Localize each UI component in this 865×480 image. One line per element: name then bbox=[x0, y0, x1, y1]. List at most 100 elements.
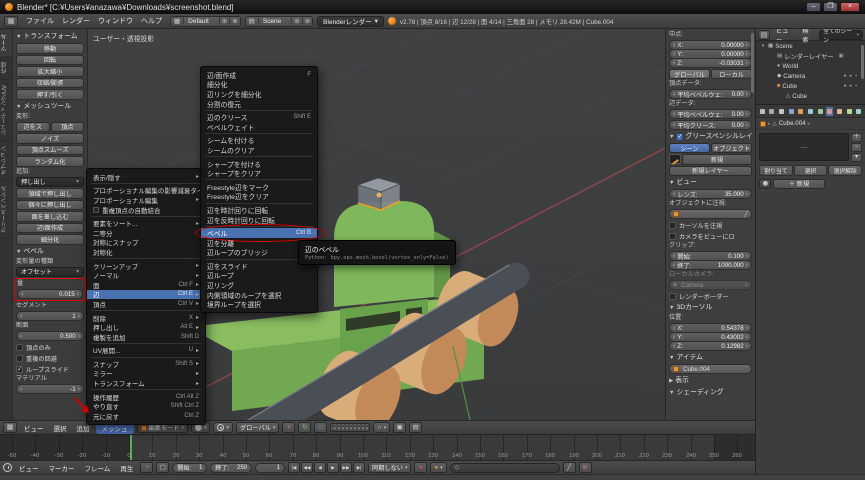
opengl-render-button[interactable]: ▣ bbox=[393, 422, 406, 433]
selectability-icon[interactable]: ▸ bbox=[850, 73, 853, 79]
insert-keyframe-button[interactable]: ╱ bbox=[563, 462, 576, 473]
delete-scene-icon[interactable]: ⊗ bbox=[302, 17, 312, 25]
menu-item[interactable]: 辺のクリースShift E bbox=[201, 112, 317, 122]
playback-button[interactable]: ◀◀ bbox=[301, 462, 313, 473]
menu-item[interactable]: Freestyle辺をクリア bbox=[201, 192, 317, 202]
renderability-icon[interactable]: ▪ bbox=[855, 83, 857, 89]
slider-right-icon[interactable]: › bbox=[78, 333, 80, 340]
minimize-button[interactable]: – bbox=[806, 2, 821, 12]
tool-button[interactable]: 拡大縮小 bbox=[16, 66, 84, 77]
bevel-profile-slider[interactable]: ‹0.500› bbox=[16, 331, 84, 341]
menu-item[interactable]: シームを付ける bbox=[201, 136, 317, 146]
outliner-row[interactable]: ●World bbox=[756, 61, 865, 71]
render-border-checkbox[interactable]: レンダーボーダー bbox=[669, 291, 752, 301]
panel-header-meshtools[interactable]: ▼メッシュツール bbox=[16, 101, 84, 112]
playback-button[interactable]: ▶▶ bbox=[340, 462, 352, 473]
pivot-dropdown[interactable]: ▾ bbox=[213, 422, 233, 433]
outliner-row[interactable]: ▤レンダーレイヤー▣ bbox=[756, 51, 865, 61]
delete-layout-icon[interactable]: ⊗ bbox=[229, 17, 239, 25]
eyedropper-icon[interactable]: ╱ bbox=[744, 211, 748, 218]
playback-button[interactable]: ◀ bbox=[314, 462, 326, 473]
scene-selector[interactable]: ▤ Scene ⊕ ⊗ bbox=[245, 16, 314, 27]
slider-left-icon[interactable]: ‹ bbox=[20, 313, 22, 320]
outliner-row[interactable]: △Cube bbox=[756, 91, 865, 101]
panel-header-shading[interactable]: ▼シェーディング bbox=[669, 387, 752, 398]
timeline-menu[interactable]: ビュー bbox=[15, 463, 43, 473]
properties-tab-data[interactable] bbox=[816, 106, 825, 117]
panel-header-display[interactable]: ▶表示 bbox=[669, 375, 752, 386]
tool-button[interactable]: 移動 bbox=[16, 43, 84, 54]
menu-item[interactable]: シャープをクリア bbox=[201, 168, 317, 178]
autokey-mode-dropdown[interactable]: ●▾ bbox=[430, 462, 446, 473]
bevel-type-dropdown[interactable]: オフセット▾ bbox=[16, 267, 84, 278]
new-material-button[interactable]: ＋ 新規 bbox=[773, 179, 825, 190]
toolshelf-tab[interactable]: 作成 bbox=[0, 57, 12, 80]
menu-item[interactable]: 二等分 bbox=[87, 228, 205, 238]
deselect-button[interactable]: 選択解除 bbox=[828, 165, 862, 176]
tool-button[interactable]: 領域で押し出し bbox=[16, 188, 84, 199]
properties-tab-physics[interactable] bbox=[854, 106, 863, 117]
timeline-menu[interactable]: マーカー bbox=[45, 463, 79, 473]
frame-start-field[interactable]: 開始:1 bbox=[172, 463, 207, 473]
header-menu[interactable]: ビュー bbox=[20, 423, 48, 433]
menu-item[interactable]: シャープを付ける bbox=[201, 159, 317, 169]
outliner-menu[interactable]: ビュー bbox=[772, 29, 796, 44]
add-layout-icon[interactable]: ⊕ bbox=[219, 17, 229, 25]
properties-tab-world[interactable] bbox=[787, 106, 796, 117]
opengl-render-anim-button[interactable]: ▤ bbox=[409, 422, 422, 433]
extrude-dropdown[interactable]: 押し出し▾ bbox=[16, 177, 84, 188]
menu-item[interactable]: UV展開...U▸ bbox=[87, 346, 205, 356]
outliner-editor-icon[interactable]: ▤ bbox=[758, 30, 770, 40]
properties-tab-render-layers[interactable] bbox=[768, 106, 777, 117]
selectability-icon[interactable]: ▸ bbox=[850, 83, 853, 89]
slider-right-icon[interactable]: › bbox=[78, 386, 80, 393]
tool-button[interactable]: 頂点 bbox=[51, 122, 85, 133]
bevel-material-slider[interactable]: ‹-1› bbox=[16, 384, 84, 394]
menu-item[interactable]: 削除X▸ bbox=[87, 313, 205, 323]
tool-button[interactable]: ランダム化 bbox=[16, 156, 84, 167]
header-menu[interactable]: 選択 bbox=[50, 423, 71, 433]
select-button[interactable]: 選択 bbox=[794, 165, 828, 176]
avg-bevel-weight-edge-field[interactable]: ‹平均ベベルウェ:0.00› bbox=[669, 109, 752, 119]
tool-button[interactable]: 収縮/膨張 bbox=[16, 78, 84, 89]
toolshelf-tab[interactable]: グリースペンシル bbox=[0, 181, 12, 238]
add-slot-button[interactable]: ＋ bbox=[851, 133, 862, 142]
menu-item[interactable]: トランスフォーム▸ bbox=[87, 378, 205, 388]
gp-object-toggle[interactable]: オブジェクト bbox=[711, 143, 752, 153]
gp-new-layer-button[interactable]: 新規レイヤー bbox=[669, 166, 752, 177]
scrollbar[interactable] bbox=[861, 45, 864, 79]
tool-button[interactable]: 細分化 bbox=[16, 234, 84, 245]
menu-item[interactable]: プロポーショナル編集の影響減衰タイプ▸ bbox=[87, 186, 205, 196]
playback-button[interactable]: |◀ bbox=[288, 462, 300, 473]
properties-tab-render[interactable] bbox=[758, 106, 767, 117]
panel-header-3d-cursor[interactable]: ▼3Dカーソル bbox=[669, 302, 752, 313]
panel-header-transform[interactable]: ▼トランスフォーム bbox=[16, 31, 84, 42]
menu-item[interactable]: シームのクリア bbox=[201, 145, 317, 155]
editor-type-icon[interactable]: ▦ bbox=[4, 16, 18, 27]
menu-item[interactable]: 要素をソート...▸ bbox=[87, 218, 205, 228]
screen-layout-selector[interactable]: ▦ Default ⊕ ⊗ bbox=[170, 16, 241, 27]
close-button[interactable]: × bbox=[840, 2, 860, 12]
tool-button[interactable]: 面を差し込む bbox=[16, 211, 84, 222]
menu-item[interactable]: ベベルCtrl B bbox=[201, 228, 317, 238]
tool-button[interactable]: 辺/面作成 bbox=[16, 223, 84, 234]
slider-left-icon[interactable]: ‹ bbox=[20, 386, 22, 393]
menubar-item[interactable]: ウィンドウ bbox=[94, 16, 137, 26]
panel-header-grease-pencil[interactable]: ▼✓グリースペンシルレイ bbox=[669, 131, 752, 142]
menu-item[interactable]: ノーマル▸ bbox=[87, 270, 205, 280]
clip-end-field[interactable]: ‹終了:1000.000› bbox=[669, 260, 752, 270]
menu-item[interactable]: 辺を時計回りに回転 bbox=[201, 205, 317, 215]
menu-item[interactable]: 分割の復元 bbox=[201, 99, 317, 109]
properties-tab-object[interactable] bbox=[797, 106, 806, 117]
menu-item[interactable]: 面Ctrl F▸ bbox=[87, 280, 205, 290]
timeline-ruler[interactable]: -50-40-30-20-100102030405060708090100110… bbox=[0, 434, 755, 460]
lock-object-field[interactable]: ╱ bbox=[669, 209, 752, 219]
scene-name[interactable]: Scene bbox=[259, 18, 291, 25]
manipulator-scale-button[interactable]: □ bbox=[314, 422, 327, 433]
toolshelf-tab[interactable]: オプション bbox=[0, 141, 12, 181]
visibility-icon[interactable]: ● bbox=[844, 83, 847, 89]
material-slot-list[interactable]: — bbox=[759, 133, 849, 161]
menubar-item[interactable]: ヘルプ bbox=[137, 16, 166, 26]
menu-item[interactable]: 操作履歴Ctrl Alt Z bbox=[87, 392, 205, 402]
manipulator-translate-button[interactable]: + bbox=[282, 422, 295, 433]
